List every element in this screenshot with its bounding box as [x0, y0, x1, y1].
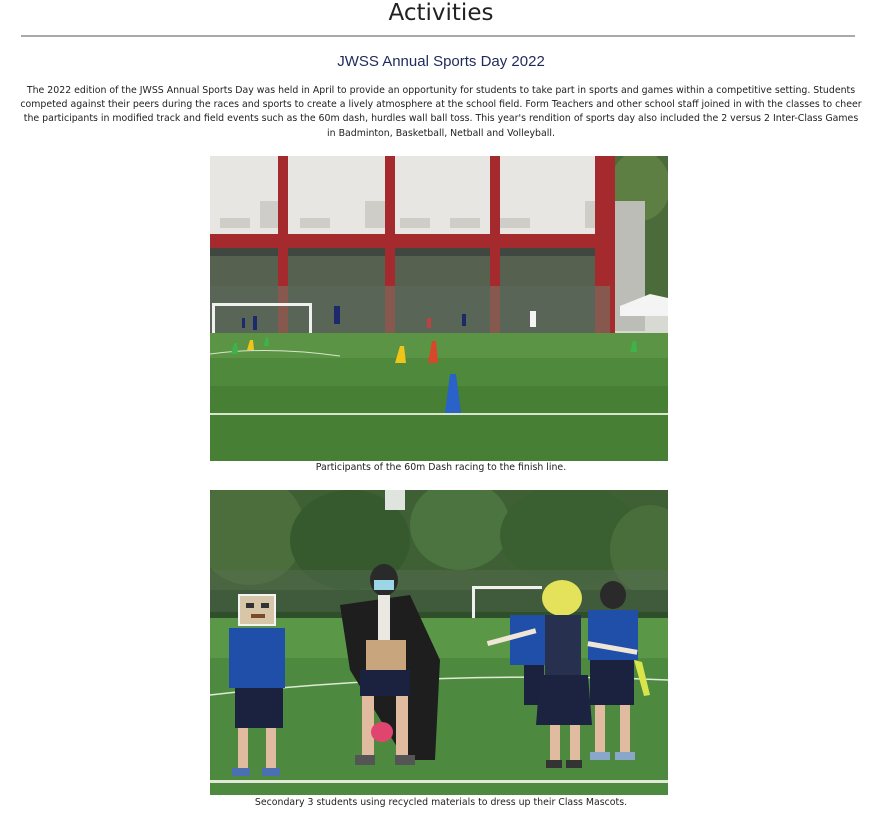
page-title: Activities	[388, 0, 494, 26]
page: Activities JWSS Annual Sports Day 2022 T…	[0, 0, 882, 820]
figure-1-caption: Participants of the 60m Dash racing to t…	[315, 462, 567, 473]
article-heading: JWSS Annual Sports Day 2022	[337, 53, 545, 70]
figure-2-caption: Secondary 3 students using recycled mate…	[254, 797, 628, 808]
title-divider	[21, 35, 855, 37]
class-mascots-photo	[210, 490, 668, 795]
article-body: The 2022 edition of the JWSS Annual Spor…	[20, 85, 862, 139]
sports-day-dash-photo	[210, 156, 668, 461]
